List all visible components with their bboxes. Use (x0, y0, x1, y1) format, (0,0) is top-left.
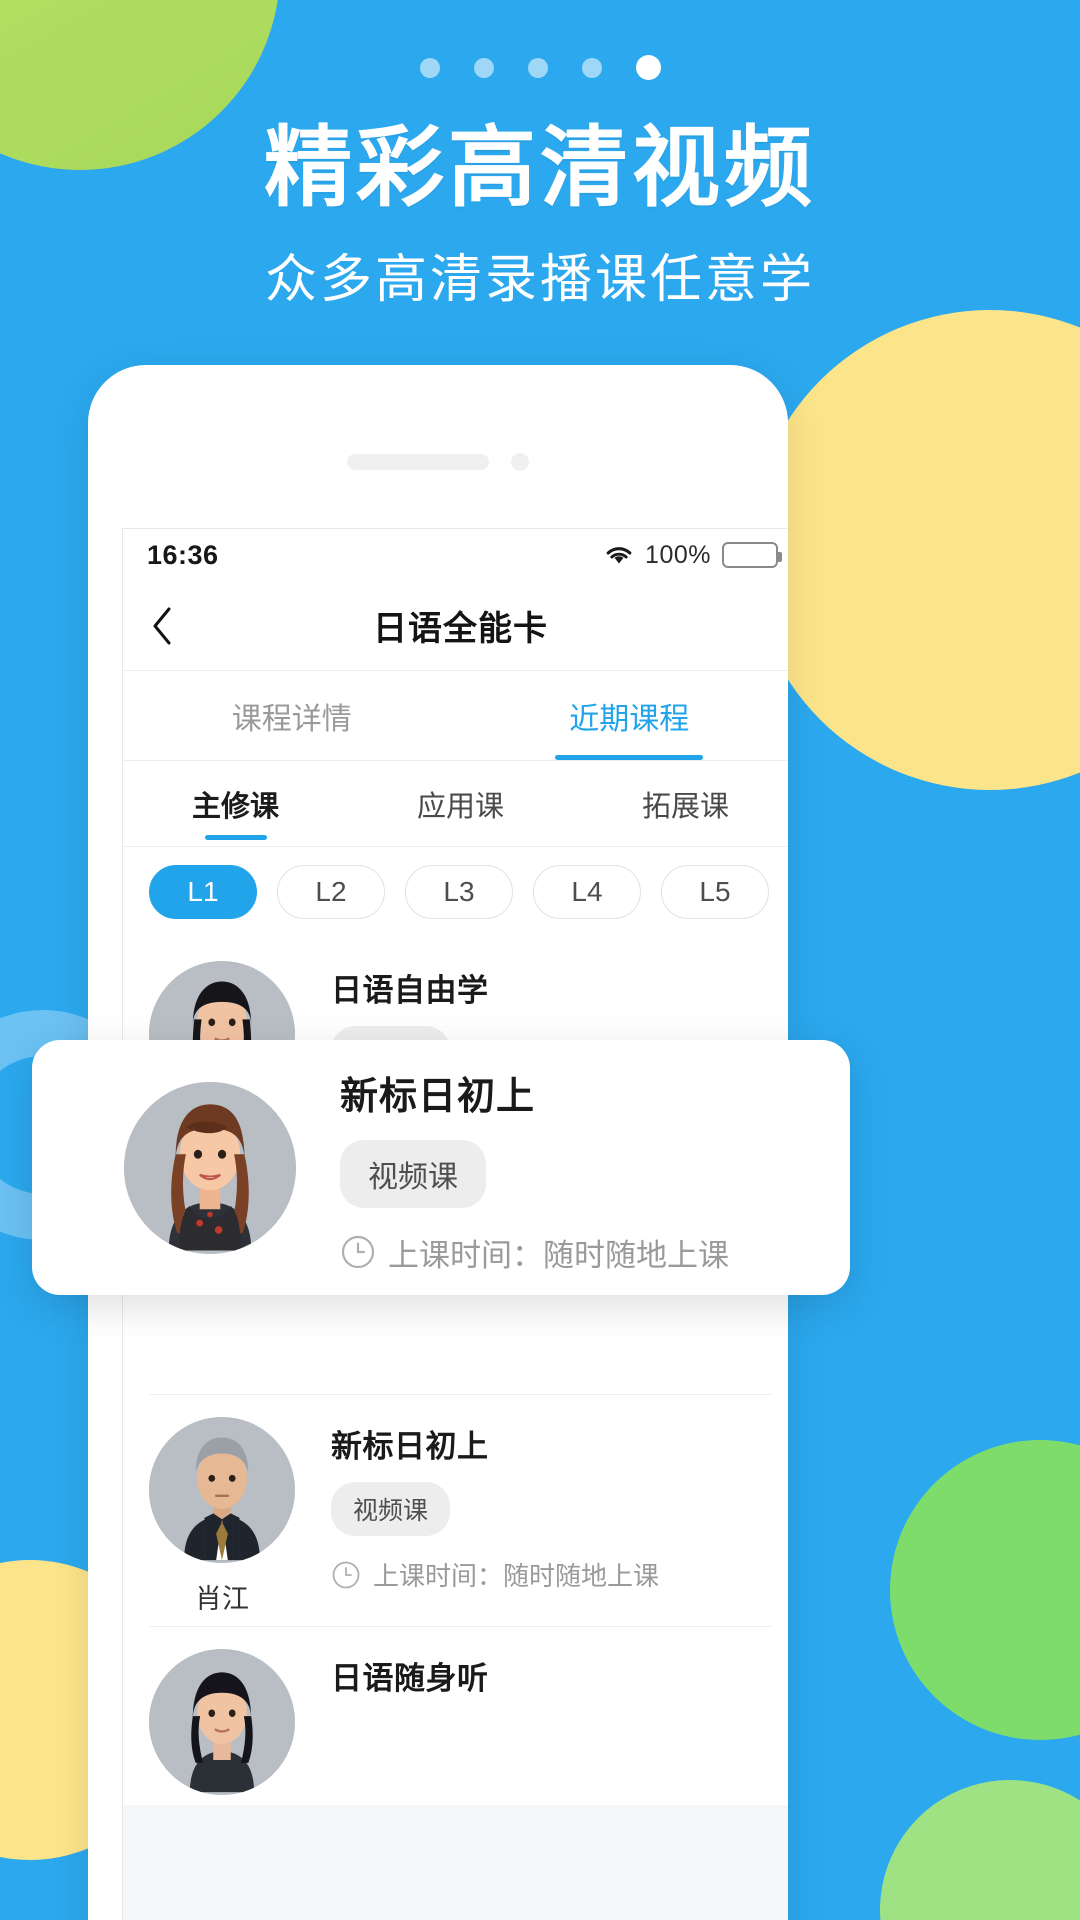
course-time-text: 上课时间：随时随地上课 (373, 1561, 660, 1591)
carousel-dot-4[interactable] (581, 57, 602, 78)
nav-bar: 日语全能卡 (123, 581, 788, 671)
promo-subheadline: 众多高清录播课任意学 (264, 251, 815, 310)
status-indicators: 100% (604, 540, 782, 570)
featured-course-time-text: 上课时间：随时随地上课 (388, 1237, 729, 1273)
course-info: 日语随身听 (309, 1649, 772, 1795)
featured-course-time-row: 上课时间：随时随地上课 (340, 1230, 850, 1275)
tab-course-detail[interactable]: 课程详情 (123, 671, 461, 760)
course-title: 日语随身听 (331, 1661, 489, 1696)
course-type-badge: 视频课 (331, 1482, 451, 1536)
level-chip-l2[interactable]: L2 (277, 865, 385, 919)
decor-green-circle-bottom-right (890, 1440, 1080, 1740)
featured-course-card[interactable]: 新标日初上 视频课 上课时间：随时随地上课 (32, 1040, 850, 1295)
avatar-column: 肖江 (149, 1417, 309, 1616)
teacher-name: 肖江 (195, 1584, 249, 1614)
decor-green-circle-bottom-right-2 (880, 1780, 1080, 1920)
avatar-female-brown-hair-icon (124, 1081, 296, 1254)
course-title: 新标日初上 (331, 1429, 489, 1464)
tab-recent-courses[interactable]: 近期课程 (461, 671, 789, 760)
avatar-male-grey-hair-icon (149, 1417, 295, 1563)
decor-yellow-circle-right (750, 310, 1080, 790)
promo-text-block: 精彩高清视频 众多高清录播课任意学 (0, 120, 1080, 312)
featured-teacher-avatar (124, 1081, 296, 1254)
course-list-item[interactable]: 肖江 新标日初上 视频课 上课时间：随时随地上课 (123, 1395, 788, 1626)
clock-icon (332, 1561, 360, 1588)
featured-course-badge: 视频课 (340, 1139, 486, 1208)
sub-tabs: 主修课 应用课 拓展课 (123, 761, 788, 847)
page-title: 日语全能卡 (373, 610, 548, 648)
teacher-avatar (149, 1649, 295, 1795)
carousel-dot-5[interactable] (635, 55, 661, 80)
battery-percent: 100% (645, 540, 711, 569)
chevron-left-icon (153, 607, 171, 644)
subtab-major-course[interactable]: 主修课 (123, 761, 348, 846)
status-time: 16:36 (147, 539, 219, 570)
course-list-item[interactable]: 日语随身听 (123, 1627, 788, 1805)
course-info: 新标日初上 视频课 上课时间：随时随地上课 (309, 1417, 772, 1616)
avatar-female-bob-icon (149, 1649, 295, 1795)
level-chip-l4[interactable]: L4 (533, 865, 641, 919)
level-chip-l5[interactable]: L5 (661, 865, 769, 919)
wifi-icon (606, 547, 632, 564)
course-title: 日语自由学 (331, 973, 489, 1008)
avatar-column (149, 1649, 309, 1795)
carousel-dots[interactable] (0, 55, 1080, 80)
battery-icon (722, 542, 782, 568)
phone-notch (88, 453, 788, 471)
subtab-extended-course[interactable]: 拓展课 (573, 761, 788, 846)
back-button[interactable] (123, 607, 201, 645)
featured-course-title: 新标日初上 (340, 1075, 536, 1118)
speaker-grille-icon (347, 454, 489, 470)
main-tabs: 课程详情 近期课程 (123, 671, 788, 761)
promo-headline: 精彩高清视频 (263, 118, 816, 217)
carousel-dot-1[interactable] (419, 57, 440, 78)
level-chip-l1[interactable]: L1 (149, 865, 257, 919)
course-time-row: 上课时间：随时随地上课 (331, 1556, 772, 1593)
subtab-applied-course[interactable]: 应用课 (348, 761, 573, 846)
carousel-dot-3[interactable] (527, 57, 548, 78)
featured-course-info: 新标日初上 视频课 上课时间：随时随地上课 (296, 1061, 850, 1275)
status-bar: 16:36 100% (123, 529, 788, 581)
level-chip-l3[interactable]: L3 (405, 865, 513, 919)
carousel-dot-2[interactable] (473, 57, 494, 78)
level-filter-row[interactable]: L1 L2 L3 L4 L5 L6 L7 (123, 847, 788, 939)
teacher-avatar (149, 1417, 295, 1563)
clock-icon (341, 1235, 375, 1269)
front-camera-icon (511, 453, 529, 471)
